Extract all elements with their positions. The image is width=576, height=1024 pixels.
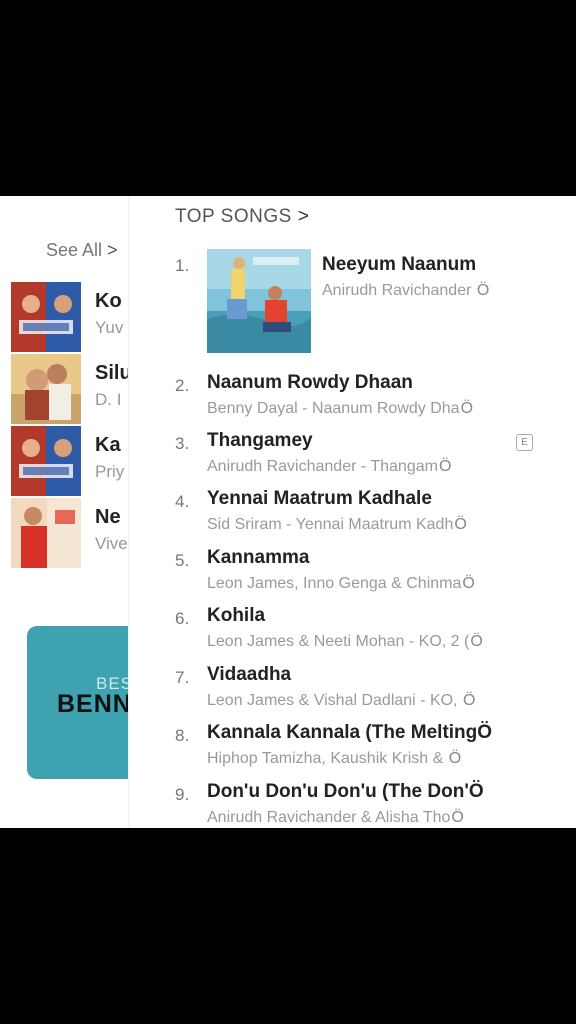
song-title: Yennai Maatrum Kadhale <box>207 488 432 509</box>
song-rank: 6. <box>175 609 190 628</box>
album-item[interactable]: Ko Yuv <box>11 282 128 352</box>
album-artist: Yuv <box>95 318 124 337</box>
song-subtitle-text: Benny Dayal - Naanum Rowdy Dha <box>207 400 460 417</box>
album-cover-ko2-icon <box>11 282 81 352</box>
more-icon[interactable]: Ö <box>462 575 474 592</box>
song-row-4[interactable]: 4. Yennai Maatrum Kadhale Sid Sriram - Y… <box>0 488 576 544</box>
song-subtitle: Hiphop Tamizha, Kaushik Krish & Ö <box>207 750 461 768</box>
song-title: Kannala Kannala (The MeltingÖ <box>207 722 492 744</box>
song-subtitle-text: Anirudh Ravichander - Thangam <box>207 458 438 475</box>
song-artwork-icon <box>207 249 311 353</box>
song-row-6[interactable]: 6. Kohila Leon James & Neeti Mohan - KO,… <box>0 605 576 661</box>
more-icon[interactable]: Ö <box>469 781 484 802</box>
song-subtitle: Anirudh Ravichander Ö <box>322 282 489 300</box>
song-title-text: Don'u Don'u Don'u (The Don' <box>207 781 469 802</box>
song-subtitle-text: Leon James & Vishal Dadlani - KO, <box>207 692 458 709</box>
song-rank: 7. <box>175 668 190 687</box>
song-rank: 9. <box>175 785 190 804</box>
more-icon[interactable]: Ö <box>439 458 451 475</box>
song-subtitle: Leon James & Vishal Dadlani - KO, Ö <box>207 692 475 710</box>
song-subtitle-text: Hiphop Tamizha, Kaushik Krish & <box>207 750 444 767</box>
song-subtitle: Sid Sriram - Yennai Maatrum KadhÖ <box>207 516 467 534</box>
song-title-text: Kannala Kannala (The Melting <box>207 722 478 743</box>
song-title: Neeyum Naanum <box>322 254 477 275</box>
see-all-label: See All <box>46 240 103 260</box>
song-row-9[interactable]: 9. Don'u Don'u Don'u (The Don'Ö Anirudh … <box>0 781 576 828</box>
song-subtitle-text: Leon James & Neeti Mohan - KO, 2 ( <box>207 633 470 650</box>
song-subtitle: Benny Dayal - Naanum Rowdy DhaÖ <box>207 400 473 418</box>
song-row-7[interactable]: 7. Vidaadha Leon James & Vishal Dadlani … <box>0 664 576 720</box>
more-icon[interactable]: Ö <box>451 809 463 826</box>
song-title: Naanum Rowdy Dhaan <box>207 372 413 393</box>
song-title: Thangamey <box>207 430 313 451</box>
song-row-8[interactable]: 8. Kannala Kannala (The MeltingÖ Hiphop … <box>0 722 576 778</box>
song-rank: 4. <box>175 492 190 511</box>
song-row-2[interactable]: 2. Naanum Rowdy Dhaan Benny Dayal - Naan… <box>0 372 576 428</box>
song-subtitle-text: Leon James, Inno Genga & Chinma <box>207 575 462 592</box>
song-rank: 3. <box>175 434 190 453</box>
song-subtitle: Anirudh Ravichander - ThangamÖ <box>207 458 451 476</box>
more-icon[interactable]: Ö <box>463 692 475 709</box>
chevron-right-icon: > <box>297 206 310 227</box>
more-icon[interactable]: Ö <box>449 750 461 767</box>
song-subtitle: Leon James, Inno Genga & ChinmaÖ <box>207 575 475 593</box>
song-title: Don'u Don'u Don'u (The Don'Ö <box>207 781 484 803</box>
song-subtitle: Anirudh Ravichander & Alisha ThoÖ <box>207 809 464 827</box>
song-row-5[interactable]: 5. Kannamma Leon James, Inno Genga & Chi… <box>0 547 576 603</box>
song-rank: 5. <box>175 551 190 570</box>
see-all-link[interactable]: See All > <box>46 240 118 261</box>
song-title: Vidaadha <box>207 664 292 685</box>
song-subtitle-text: Anirudh Ravichander & Alisha Tho <box>207 809 451 826</box>
itunes-store-screen: See All > Ko Yuv Silu D. I Ka Priy Ne Vi… <box>0 196 576 828</box>
song-subtitle-text: Anirudh Ravichander <box>322 282 472 299</box>
song-rank: 8. <box>175 726 190 745</box>
chevron-right-icon: > <box>107 240 118 260</box>
song-rank: 2. <box>175 376 190 395</box>
more-icon[interactable]: Ö <box>477 282 489 299</box>
more-icon[interactable]: Ö <box>454 516 466 533</box>
top-songs-header[interactable]: TOP SONGS > <box>175 206 309 228</box>
song-title: Kohila <box>207 605 266 626</box>
more-icon[interactable]: Ö <box>470 633 482 650</box>
song-subtitle-text: Sid Sriram - Yennai Maatrum Kadh <box>207 516 454 533</box>
album-title: Ko <box>95 290 122 312</box>
song-rank: 1. <box>175 256 190 275</box>
more-icon[interactable]: Ö <box>477 722 492 743</box>
explicit-badge: E <box>516 434 533 451</box>
song-subtitle: Leon James & Neeti Mohan - KO, 2 (Ö <box>207 633 483 651</box>
song-title: Kannamma <box>207 547 310 568</box>
song-row-3[interactable]: 3. Thangamey E Anirudh Ravichander - Tha… <box>0 430 576 486</box>
top-songs-label: TOP SONGS <box>175 206 292 227</box>
more-icon[interactable]: Ö <box>461 400 473 417</box>
